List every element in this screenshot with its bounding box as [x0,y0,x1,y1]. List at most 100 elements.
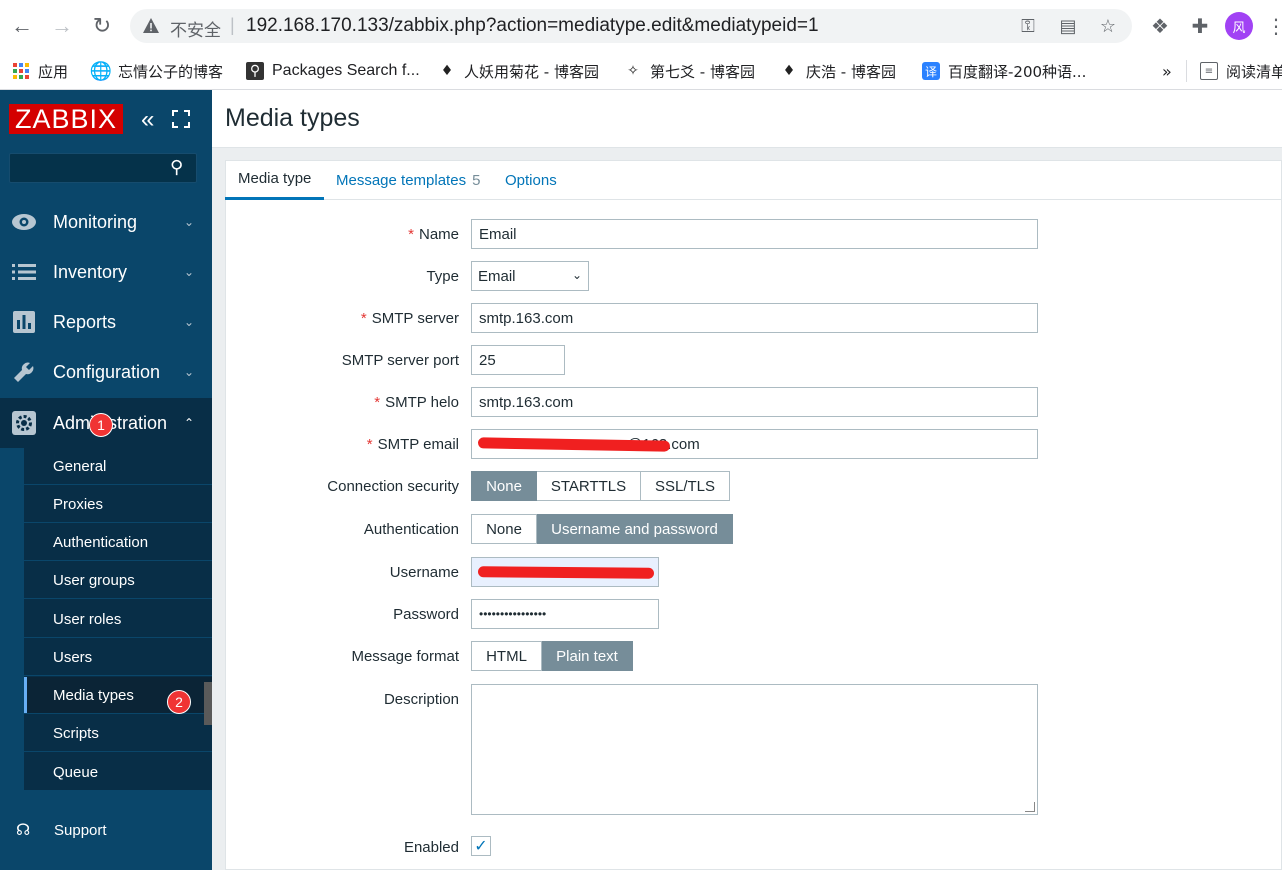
omnibox-divider: | [230,15,235,35]
conn-security-starttls[interactable]: STARTTLS [537,471,641,501]
eye-icon [11,209,37,235]
bookmark-label: 应用 [38,62,69,81]
menu-label: Reports [53,311,117,332]
submenu-users[interactable]: Users [24,639,212,676]
menu-reports[interactable]: Reports ⌄ [0,297,212,347]
bookmark-label: 忘情公子的博客 [118,62,224,81]
smtp-port-label: SMTP server port [341,351,459,369]
menu-icon[interactable]: ⋮ [1264,14,1282,38]
username-label: Username [389,563,459,581]
gear-icon [11,410,37,436]
auth-username-password[interactable]: Username and password [537,514,733,544]
submenu-proxies[interactable]: Proxies [24,486,212,523]
kiosk-mode-icon[interactable] [172,110,190,128]
type-select[interactable]: Email ⌄ [471,261,589,291]
avatar[interactable]: 风 [1225,12,1253,40]
extension-group-icon[interactable]: ❖ [1148,14,1172,38]
bookmark-item[interactable]: ♦ 人妖用菊花 - 博客园 [438,60,599,82]
back-icon[interactable]: ← [8,12,36,40]
collapse-sidebar-icon[interactable]: « [141,106,154,134]
reload-icon[interactable]: ↻ [88,12,116,40]
tab-media-type[interactable]: Media type [225,160,325,200]
tab-message-templates[interactable]: Message templates 5 [336,160,480,200]
required-marker: * [408,225,414,243]
resize-grip-icon[interactable] [1025,802,1035,812]
authentication-toggle: None Username and password [471,514,733,544]
smtp-helo-input[interactable]: smtp.163.com [471,387,1038,417]
authentication-label: Authentication [363,520,459,538]
address-bar[interactable]: 不安全 | 192.168.170.133/zabbix.php?action=… [130,9,1132,43]
bookmark-apps[interactable]: 应用 [12,60,68,82]
bookmark-item[interactable]: 译百度翻译-200种语... [922,60,1086,82]
conn-security-ssl-tls[interactable]: SSL/TLS [641,471,730,501]
bookmark-item[interactable]: ✧ 第七爻 - 博客园 [624,60,755,82]
url-text[interactable]: 192.168.170.133/zabbix.php?action=mediat… [246,15,819,37]
label-text: SMTP server [371,309,459,327]
smtp-server-input[interactable]: smtp.163.com [471,303,1038,333]
key-icon[interactable]: ⚿ [1018,16,1038,36]
conn-security-none[interactable]: None [471,471,537,501]
type-label: Type [426,267,459,285]
format-html[interactable]: HTML [471,641,542,671]
forward-icon[interactable]: → [48,12,76,40]
translate-icon[interactable]: ▤ [1058,16,1078,36]
smtp-email-label: * SMTP email [230,429,459,459]
cnblogs-icon: ✧ [627,63,639,79]
globe-icon: 🌐 [89,60,113,82]
submenu-authentication[interactable]: Authentication [24,524,212,561]
menu-configuration[interactable]: Configuration ⌄ [0,347,212,397]
cnblogs-icon: ♦ [440,63,454,79]
smtp-helo-label: * SMTP helo [230,387,459,417]
auth-none[interactable]: None [471,514,537,544]
submenu-general[interactable]: General [24,448,212,485]
bookmarks-bar: 应用 🌐 忘情公子的博客 ⚲ Packages Search f... ♦ 人妖用菊花… [0,52,1282,90]
submenu-label: Users [53,648,93,666]
submenu-queue[interactable]: Queue [24,754,212,791]
submenu-label: Scripts [53,724,99,742]
star-icon[interactable]: ☆ [1098,16,1118,36]
submenu-user-roles[interactable]: User roles [24,601,212,638]
apps-grid-icon [12,62,30,80]
support-label: Support [54,821,107,839]
puzzle-icon[interactable]: ✚ [1188,14,1212,38]
chevron-down-icon: ⌄ [184,215,195,229]
bookmark-label: 庆浩 - 博客园 [806,62,896,81]
menu-label: Inventory [53,261,128,282]
cnblogs-icon: ♦ [782,63,796,79]
menu-label: Monitoring [53,211,138,232]
format-plain-text[interactable]: Plain text [542,641,633,671]
connection-security-toggle: None STARTTLS SSL/TLS [471,471,730,501]
headset-icon: ☊ [16,822,31,839]
baidu-translate-icon: 译 [922,62,940,80]
submenu-label: General [53,457,107,475]
enabled-checkbox[interactable]: ✓ [471,836,491,856]
menu-monitoring[interactable]: Monitoring ⌄ [0,197,212,247]
description-label: Description [383,690,459,708]
bookmark-label: 百度翻译-200种语... [948,62,1087,81]
bookmark-reading-list[interactable]: ≡ 阅读清单 [1200,60,1282,82]
password-input[interactable]: •••••••••••••••• [471,599,659,629]
wrench-icon [11,359,37,385]
zabbix-logo[interactable]: ZABBIX [9,104,123,134]
bookmark-item[interactable]: ♦ 庆浩 - 博客园 [780,60,896,82]
bar-chart-icon [11,309,37,335]
bookmark-label: 阅读清单 [1226,62,1282,81]
bookmark-item[interactable]: 🌐 忘情公子的博客 [89,60,224,82]
chevron-down-icon: ⌄ [184,315,195,329]
annotation-badge-1: 1 [89,413,113,437]
submenu-scripts[interactable]: Scripts [24,715,212,752]
bookmark-label: 第七爻 - 博客园 [650,62,755,81]
description-textarea[interactable] [471,684,1038,815]
smtp-port-input[interactable]: 25 [471,345,565,375]
bookmark-item[interactable]: ⚲ Packages Search f... [246,60,420,82]
tab-options[interactable]: Options [505,160,557,200]
required-marker: * [374,393,381,411]
submenu-user-groups[interactable]: User groups [24,562,212,599]
label-text: Name [418,225,459,243]
search-icon[interactable]: ⚲ [170,157,183,178]
bookmark-overflow[interactable]: » [1162,60,1172,82]
support-link[interactable]: ☊ Support [0,810,212,850]
sidebar-search-input[interactable] [9,153,197,183]
menu-inventory[interactable]: Inventory ⌄ [0,247,212,297]
name-input[interactable]: Email [471,219,1038,249]
